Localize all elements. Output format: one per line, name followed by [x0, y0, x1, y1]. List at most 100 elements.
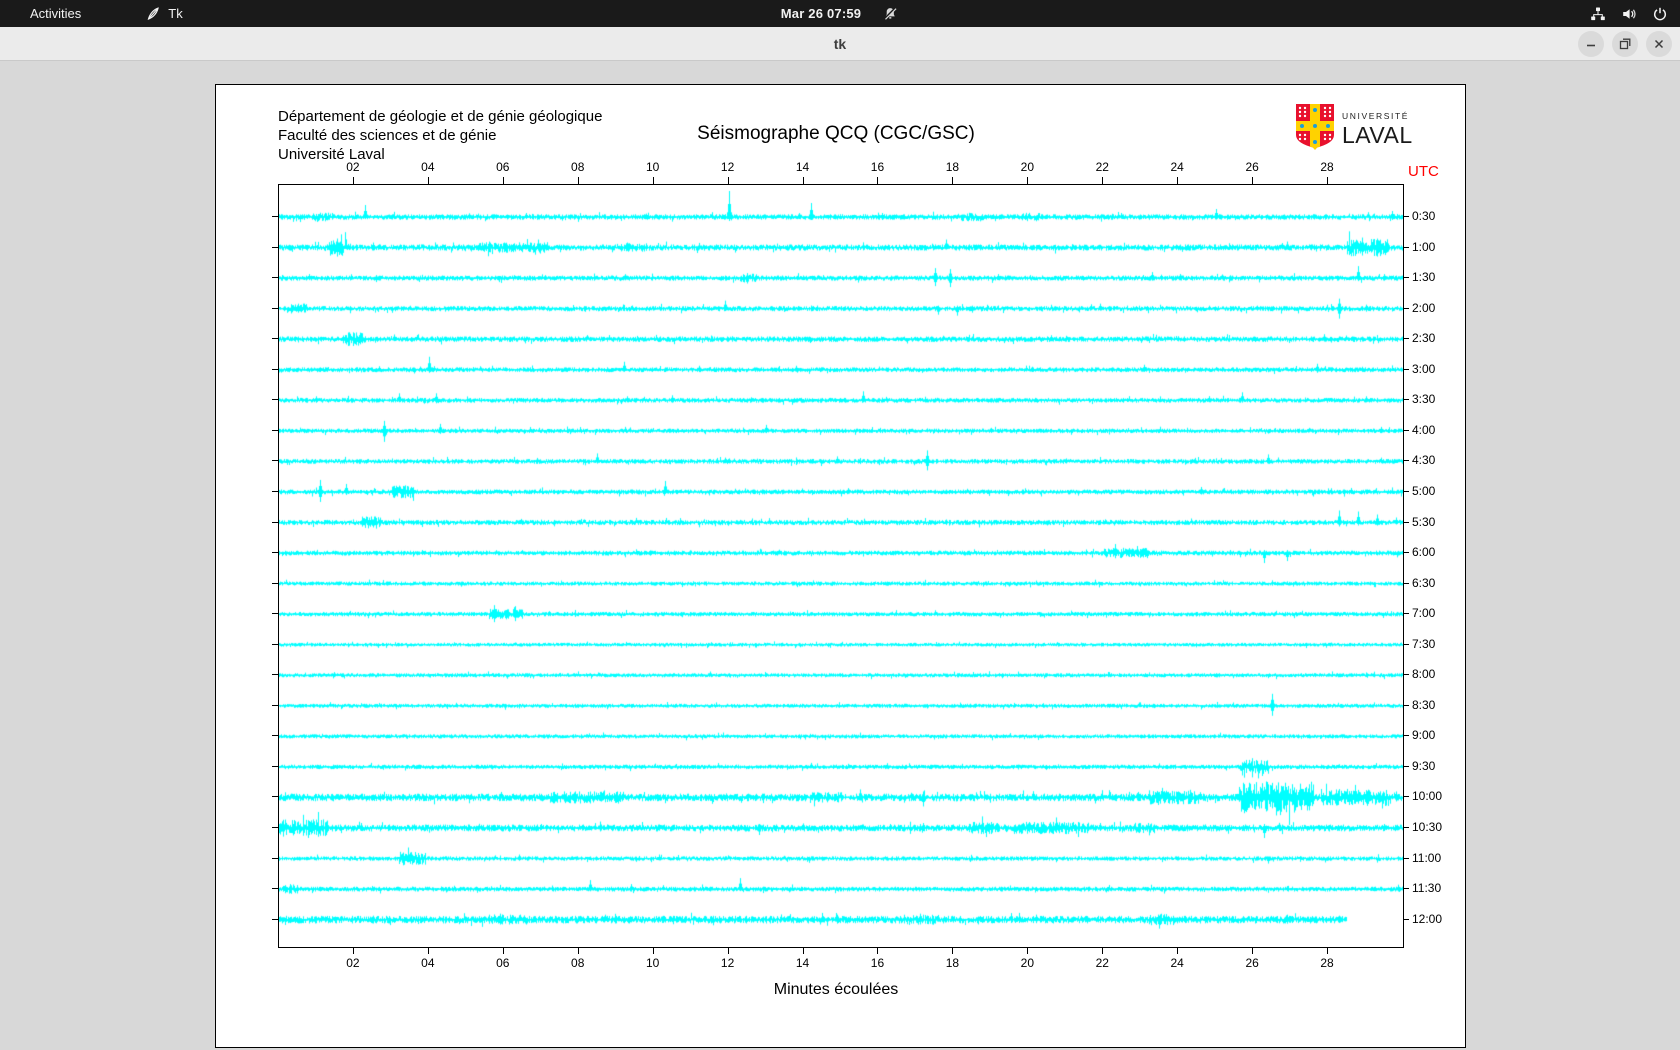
trace-row-label: 2:30	[1412, 331, 1436, 346]
trace-right-tick	[1403, 399, 1409, 401]
trace-right-tick	[1403, 704, 1409, 706]
trace-left-tick	[272, 857, 278, 859]
x-tick-top	[427, 177, 429, 184]
power-icon	[1652, 6, 1668, 22]
trace-row-label: 7:00	[1412, 606, 1436, 621]
system-status-area[interactable]	[1590, 0, 1668, 27]
x-tick-top	[352, 177, 354, 184]
figure-title: Séismographe QCQ (CGC/GSC)	[697, 123, 975, 144]
x-tick-label-bottom: 24	[1170, 956, 1184, 970]
x-tick-label-top: 22	[1095, 160, 1109, 174]
x-tick-label-top: 18	[945, 160, 960, 174]
x-tick-label-bottom: 06	[496, 956, 510, 970]
x-tick-label-bottom: 10	[645, 956, 660, 970]
trace-row-label: 1:30	[1412, 270, 1436, 285]
x-tick-top	[1102, 177, 1104, 184]
trace-left-tick	[272, 338, 278, 340]
x-tick-bottom	[1252, 947, 1254, 954]
x-tick-bottom	[952, 947, 954, 954]
trace-left-tick	[272, 460, 278, 462]
notifications-disabled-icon	[883, 6, 899, 22]
trace-right-tick	[1403, 765, 1409, 767]
trace-right-tick	[1403, 246, 1409, 248]
trace-right-tick	[1403, 613, 1409, 615]
x-tick-label-top: 10	[645, 160, 660, 174]
trace-right-tick	[1403, 460, 1409, 462]
window-titlebar[interactable]: tk	[0, 27, 1680, 61]
trace-right-tick	[1403, 735, 1409, 737]
trace-row-label: 7:30	[1412, 636, 1436, 651]
x-tick-label-top: 12	[720, 160, 735, 174]
trace-left-tick	[272, 888, 278, 890]
trace-left-tick	[272, 674, 278, 676]
trace-right-tick	[1403, 888, 1409, 890]
trace-right-tick	[1403, 216, 1409, 217]
trace-row-label: 5:30	[1412, 514, 1436, 529]
trace-row-label: 11:00	[1412, 850, 1442, 865]
trace-row-label: 4:30	[1412, 453, 1436, 468]
trace-row-label: 3:00	[1412, 361, 1436, 376]
x-tick-label-top: 20	[1020, 160, 1035, 174]
x-tick-label-top: 08	[571, 160, 585, 174]
trace-right-tick	[1403, 796, 1409, 798]
trace-left-tick	[272, 704, 278, 706]
plot-area	[278, 184, 1404, 948]
trace-left-tick	[272, 827, 278, 828]
clock-text: Mar 26 07:59	[780, 6, 862, 21]
x-tick-top	[1027, 177, 1029, 184]
trace-left-tick	[272, 277, 278, 279]
x-tick-bottom	[577, 947, 579, 954]
header-line-1: Département de géologie et de génie géol…	[278, 108, 603, 125]
trace-right-tick	[1403, 277, 1409, 279]
x-tick-label-bottom: 28	[1320, 956, 1334, 970]
seismogram-canvas	[279, 185, 1403, 947]
trace-right-tick	[1403, 827, 1409, 828]
trace-row-label: 6:00	[1412, 545, 1436, 560]
x-tick-top	[1252, 177, 1254, 184]
trace-row-label: 1:00	[1412, 239, 1436, 254]
tk-icon	[145, 6, 161, 22]
x-tick-bottom	[352, 947, 354, 954]
trace-right-tick	[1403, 368, 1409, 370]
x-tick-label-bottom: 20	[1020, 956, 1035, 970]
x-tick-bottom	[652, 947, 654, 954]
trace-row-label: 9:30	[1412, 758, 1436, 773]
trace-row-label: 10:30	[1412, 820, 1443, 834]
x-tick-bottom	[727, 947, 729, 954]
x-tick-label-bottom: 14	[795, 956, 810, 970]
maximize-button[interactable]	[1612, 30, 1638, 57]
volume-icon	[1621, 6, 1637, 22]
trace-left-tick	[272, 643, 278, 645]
trace-right-tick	[1403, 918, 1409, 920]
x-tick-top	[502, 177, 504, 184]
trace-left-tick	[272, 521, 278, 523]
x-tick-bottom	[1027, 947, 1029, 954]
header-line-3: Université Laval	[278, 146, 385, 163]
trace-left-tick	[272, 490, 278, 492]
trace-row-label: 9:00	[1412, 728, 1436, 743]
close-button[interactable]	[1646, 30, 1672, 57]
minimize-button[interactable]	[1578, 30, 1604, 57]
x-axis-title: Minutes écoulées	[773, 981, 899, 998]
trace-row-label: 10:00	[1412, 789, 1443, 804]
window-title: tk	[833, 35, 847, 52]
tk-window-content: Département de géologie et de génie géol…	[0, 61, 1680, 1050]
trace-left-tick	[272, 216, 278, 217]
trace-left-tick	[272, 307, 278, 309]
trace-left-tick	[272, 765, 278, 767]
x-tick-bottom	[877, 947, 879, 954]
logo-text-universite: UNIVERSITÉ	[1342, 111, 1410, 121]
trace-left-tick	[272, 918, 278, 920]
trace-row-label: 2:00	[1412, 300, 1436, 315]
x-tick-label-top: 16	[870, 160, 885, 174]
trace-left-tick	[272, 735, 278, 737]
clock-menu[interactable]: Mar 26 07:59	[781, 0, 899, 27]
x-tick-label-bottom: 04	[421, 956, 435, 970]
activities-button[interactable]: Activities	[24, 6, 87, 21]
trace-right-tick	[1403, 521, 1409, 523]
x-tick-top	[652, 177, 654, 184]
focused-app-indicator[interactable]: Tk	[145, 6, 183, 22]
laval-shield-icon	[1294, 102, 1336, 155]
x-tick-top	[952, 177, 954, 184]
x-tick-label-bottom: 08	[571, 956, 585, 970]
